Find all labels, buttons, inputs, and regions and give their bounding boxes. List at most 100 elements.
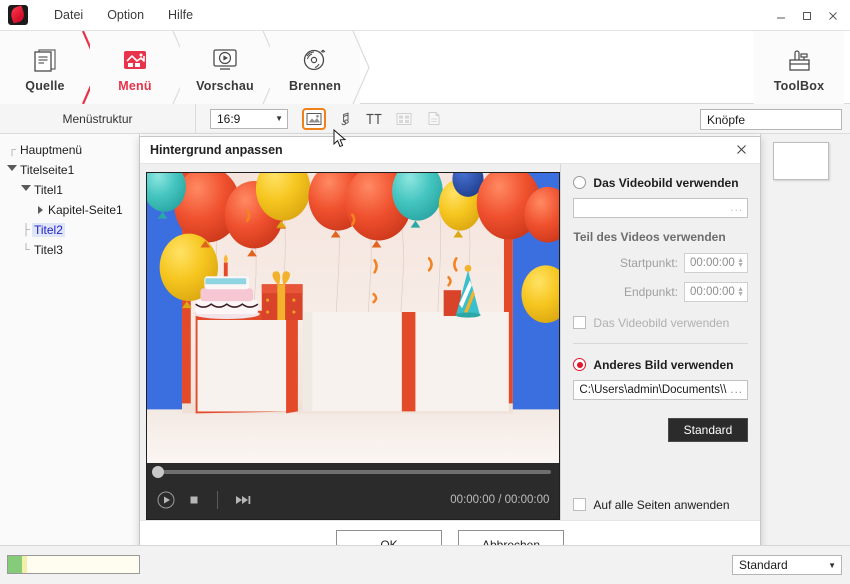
tree-item-titel1[interactable]: Titel1 (0, 180, 139, 200)
podiums (195, 309, 509, 413)
image-path-input[interactable]: C:\Users\admin\Documents\\ ... (573, 379, 748, 400)
expand-toggle-icon[interactable] (6, 165, 18, 175)
step-vorschau[interactable]: Vorschau (180, 31, 280, 104)
browse-ellipsis-icon[interactable]: ... (726, 384, 743, 396)
stepper-arrows-icon[interactable]: ▲ ▼ (737, 257, 744, 269)
step-menu[interactable]: Menü (90, 31, 190, 104)
status-bar: Standard ▼ (0, 545, 850, 584)
quality-select[interactable]: Standard ▼ (732, 555, 842, 575)
tree-item-titel3[interactable]: └ Titel3 (0, 240, 139, 260)
tree-item-titelseite1[interactable]: Titelseite1 (0, 160, 139, 180)
use-part-of-video-label: Teil des Videos verwenden (573, 229, 726, 244)
step-quelle[interactable]: Quelle (0, 31, 101, 104)
end-point-stepper[interactable]: 00:00:00 ▲ ▼ (684, 281, 748, 302)
page-thumbnail-panel (760, 134, 850, 545)
close-icon[interactable] (820, 5, 846, 27)
aspect-ratio-value: 16:9 (217, 111, 241, 126)
step-brennen[interactable]: Brennen (270, 31, 370, 104)
step-label-menu: Menü (118, 78, 152, 93)
disc-usage-bar (7, 555, 140, 574)
apply-all-pages-label: Auf alle Seiten anwenden (593, 497, 730, 512)
maximize-icon[interactable] (794, 5, 820, 27)
step-label-brennen: Brennen (288, 78, 342, 93)
aspect-ratio-select[interactable]: 16:9 ▼ (210, 108, 288, 129)
tree-connector: └ (22, 244, 30, 256)
menu-structure-tree: ┌ Hauptmenü Titelseite1 Titel1 Kapitel-S… (0, 134, 140, 545)
birthday-scene-illustration (147, 172, 560, 463)
window-controls (768, 0, 846, 31)
stop-icon[interactable] (187, 493, 201, 507)
app-logo-icon (8, 5, 28, 25)
menu-structure-label: Menüstruktur (0, 103, 196, 134)
checkbox-icon[interactable] (573, 498, 587, 512)
document-stack-icon (30, 43, 60, 75)
browse-ellipsis-icon[interactable]: ... (726, 202, 743, 214)
checkbox-icon[interactable] (573, 316, 587, 330)
use-video-image-radio[interactable]: Das Videobild verwenden (573, 176, 748, 190)
tree-item-kapitel-seite1[interactable]: Kapitel-Seite1 (0, 200, 139, 220)
chevron-down-icon: ▼ (275, 114, 283, 123)
start-point-label: Startpunkt: (619, 255, 678, 270)
tree-item-hauptmenu[interactable]: ┌ Hauptmenü (0, 140, 139, 160)
toolbox-button[interactable]: ToolBox (754, 31, 844, 104)
option-bar: Menüstruktur 16:9 ▼ Knöpfe (0, 103, 850, 134)
start-point-value: 00:00:00 (690, 256, 735, 269)
monitor-play-icon (210, 43, 240, 75)
menu-item-option[interactable]: Option (95, 4, 156, 26)
play-icon[interactable] (157, 491, 175, 509)
chevron-down-icon: ▼ (828, 560, 836, 570)
start-point-stepper[interactable]: 00:00:00 ▲ ▼ (684, 252, 748, 273)
toolbox-icon (784, 43, 814, 75)
step-separator (345, 31, 375, 104)
progress-handle[interactable] (152, 465, 164, 478)
disc-usage-fill (8, 556, 22, 573)
music-note-icon[interactable] (332, 108, 356, 130)
video-path-input[interactable]: ... (573, 197, 748, 218)
dialog-header: Hintergrund anpassen (140, 137, 760, 164)
playback-progress[interactable] (147, 462, 560, 481)
expand-toggle-icon[interactable] (20, 185, 32, 195)
stepper-arrows-icon[interactable]: ▲ ▼ (737, 286, 744, 298)
end-point-label: Endpunkt: (623, 284, 678, 299)
playback-time: 00:00:00 / 00:00:00 (450, 493, 550, 506)
end-point-value: 00:00:00 (690, 285, 735, 298)
radio-icon[interactable] (573, 176, 587, 190)
tree-item-label: Hauptmenü (20, 143, 83, 157)
next-frame-icon[interactable] (234, 493, 252, 507)
progress-track[interactable] (152, 465, 552, 478)
tree-item-label: Titel2 (32, 223, 65, 237)
start-point-row: Startpunkt: 00:00:00 ▲ ▼ (573, 252, 748, 273)
menu-item-hilfe[interactable]: Hilfe (156, 4, 205, 26)
close-icon[interactable] (730, 140, 752, 160)
menu-item-datei[interactable]: Datei (42, 4, 95, 26)
default-button[interactable]: Standard (668, 417, 748, 442)
expand-toggle-icon[interactable] (34, 206, 46, 214)
minimize-icon[interactable] (768, 5, 794, 27)
tree-item-label: Titelseite1 (20, 163, 75, 177)
use-other-image-radio[interactable]: Anderes Bild verwenden (573, 358, 748, 372)
tree-connector: ┌ (8, 144, 16, 156)
dialog-title: Hintergrund anpassen (150, 142, 283, 157)
use-video-image-checkbox-label: Das Videobild verwenden (593, 315, 730, 330)
text-tool-icon[interactable] (362, 108, 386, 130)
tree-item-titel2[interactable]: ├ Titel2 (0, 220, 139, 240)
background-options: Das Videobild verwenden ... Teil des Vid… (560, 163, 760, 520)
disc-burn-icon (300, 43, 330, 75)
use-video-image-checkbox-row[interactable]: Das Videobild verwenden (573, 316, 748, 330)
tree-item-label: Kapitel-Seite1 (48, 203, 123, 217)
end-point-row: Endpunkt: 00:00:00 ▲ ▼ (573, 281, 748, 302)
quality-select-value: Standard (739, 558, 788, 572)
apply-all-pages-row[interactable]: Auf alle Seiten anwenden (573, 498, 748, 512)
radio-icon[interactable] (573, 358, 587, 372)
player-controls: 00:00:00 / 00:00:00 (147, 480, 560, 519)
tree-connector: ├ (22, 224, 30, 236)
thumbnail-grid-icon (392, 108, 416, 130)
background-image-icon[interactable] (302, 107, 326, 130)
video-preview-player: 00:00:00 / 00:00:00 (146, 171, 561, 520)
page-thumbnail[interactable] (773, 142, 829, 180)
use-video-image-label: Das Videobild verwenden (593, 175, 739, 190)
step-label-vorschau: Vorschau (196, 78, 254, 93)
page-document-icon (422, 108, 446, 130)
buttons-field-value: Knöpfe (707, 112, 746, 127)
buttons-field[interactable]: Knöpfe (700, 109, 842, 130)
